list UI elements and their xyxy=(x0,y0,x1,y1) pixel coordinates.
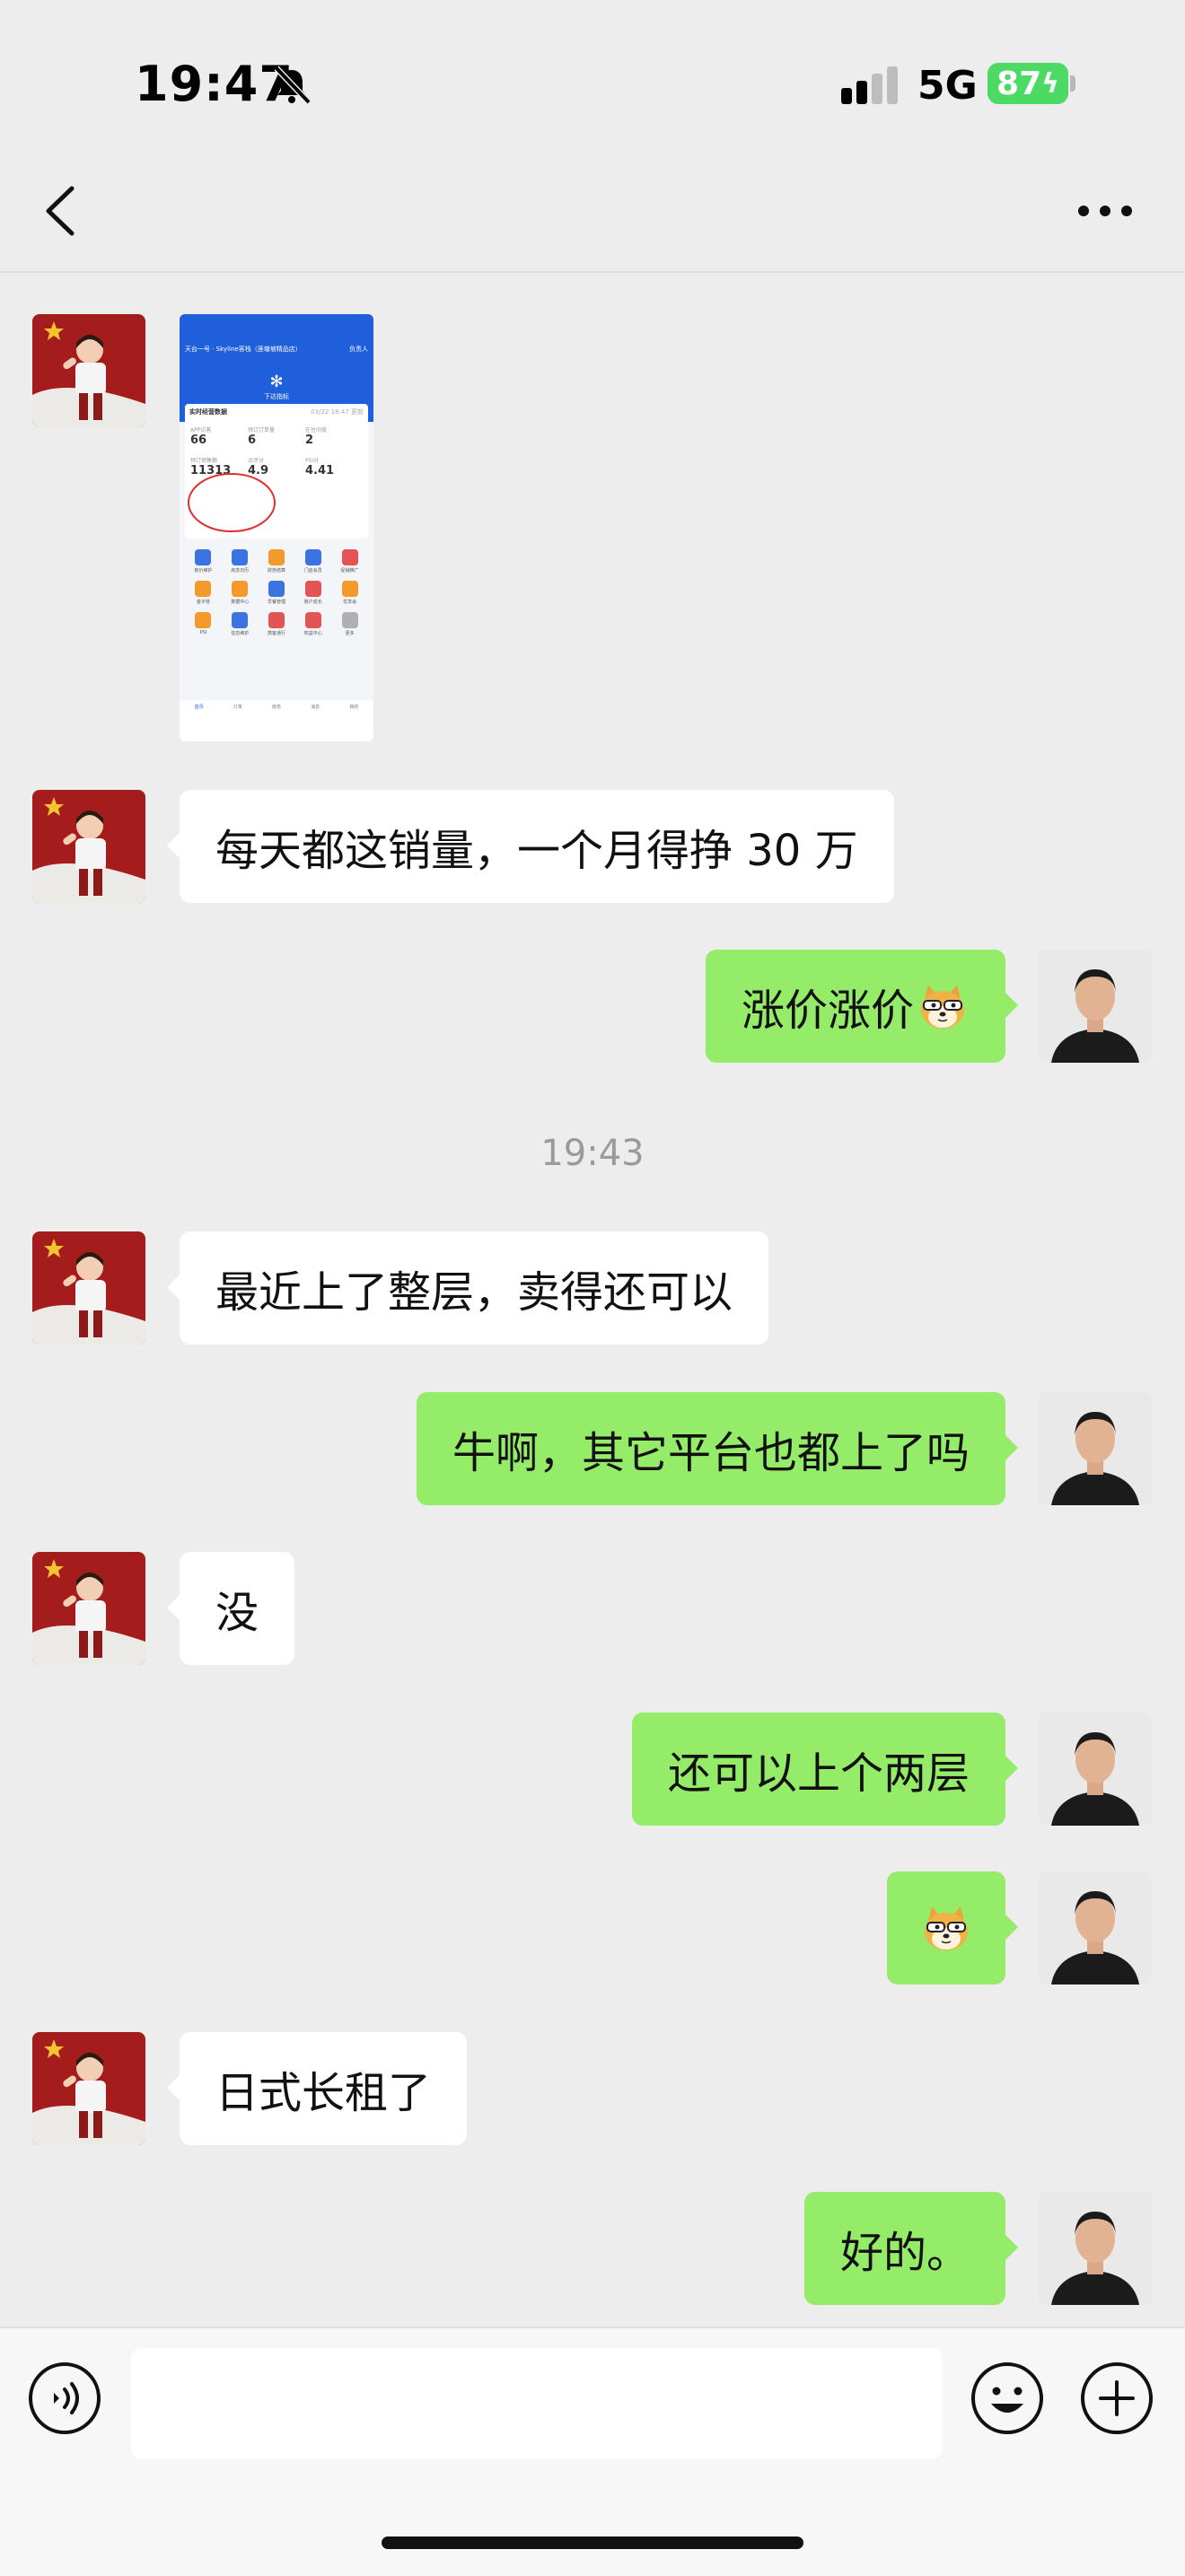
bell-muted-icon xyxy=(274,66,312,105)
message-input[interactable] xyxy=(131,2348,943,2459)
self-avatar[interactable] xyxy=(1039,1713,1152,1826)
doge-emoji-icon xyxy=(919,1901,973,1955)
plus-icon[interactable] xyxy=(1079,2361,1154,2436)
outgoing-message-bubble[interactable]: 还可以上个两层 xyxy=(631,1713,1019,1826)
thumb-section-time: 03/22 18:47 更新 xyxy=(311,408,364,416)
battery-cap xyxy=(1070,75,1075,92)
charging-icon: ϟ xyxy=(1041,67,1059,100)
self-avatar[interactable] xyxy=(1039,1871,1152,1985)
message-text: 牛啊，其它平台也都上了吗 xyxy=(452,1428,970,1478)
message-text: 还可以上个两层 xyxy=(667,1748,970,1799)
sun-icon: ✻ xyxy=(269,372,284,391)
outgoing-message-bubble[interactable]: 牛啊，其它平台也都上了吗 xyxy=(416,1392,1019,1505)
nav-divider xyxy=(0,271,1185,273)
thumb-stat: 预订订单量 6 xyxy=(248,427,276,447)
battery-level: 87 xyxy=(996,65,1042,102)
thumb-icon-grid: 房价维护 房态日历 财务结算 门店会员 促销推广 金字塔 数据中心 早餐管理 账… xyxy=(185,549,368,636)
chat-timestamp: 19:43 xyxy=(540,1133,645,1174)
outgoing-sticker-bubble[interactable] xyxy=(887,1871,1018,1985)
message-text: 最近上了整层，卖得还可以 xyxy=(215,1267,733,1318)
message-text: 涨价涨价 xyxy=(741,986,914,1036)
message-text: 每天都这销量，一个月得挣 30 万 xyxy=(215,826,858,876)
home-indicator xyxy=(382,2537,803,2549)
battery-indicator: 87 ϟ xyxy=(988,63,1068,104)
thumb-section-title: 实时经营数据 xyxy=(189,408,227,416)
voice-input-icon[interactable] xyxy=(27,2361,102,2436)
thumb-banner-label: 下达指标 xyxy=(264,393,289,400)
self-avatar[interactable] xyxy=(1039,950,1152,1063)
cellular-signal-icon xyxy=(841,66,898,104)
thumb-header-right: 负责人 xyxy=(349,346,368,353)
network-type: 5G xyxy=(917,63,978,109)
emoji-icon[interactable] xyxy=(970,2361,1045,2436)
contact-avatar[interactable] xyxy=(32,790,145,903)
incoming-message-bubble[interactable]: 日式长租了 xyxy=(166,2032,468,2145)
incoming-message-bubble[interactable]: 没 xyxy=(166,1552,295,1665)
contact-avatar[interactable] xyxy=(32,2032,145,2145)
incoming-message-bubble[interactable]: 最近上了整层，卖得还可以 xyxy=(166,1231,769,1345)
outgoing-message-bubble[interactable]: 好的。 xyxy=(803,2192,1019,2305)
thumb-stat: APP访客 66 xyxy=(190,427,212,447)
incoming-message-bubble[interactable]: 每天都这销量，一个月得挣 30 万 xyxy=(167,790,894,903)
thumb-tabbar: 首页 订单 房态 消息 我的 xyxy=(180,700,373,741)
message-text: 好的。 xyxy=(839,2228,970,2278)
contact-avatar[interactable] xyxy=(32,314,145,427)
message-text: 没 xyxy=(215,1588,259,1638)
more-options-icon[interactable] xyxy=(1074,188,1137,233)
outgoing-message-bubble[interactable]: 涨价涨价 xyxy=(705,950,1019,1063)
self-avatar[interactable] xyxy=(1039,1392,1152,1505)
doge-emoji-icon xyxy=(916,979,970,1033)
thumb-stat: 在住间夜 2 xyxy=(305,427,328,447)
shared-screenshot-image[interactable]: 天台一号 · Skyline客栈（莲塘坡精品店） 负责人 ✻ 下达指标 实时经营… xyxy=(180,314,373,741)
contact-avatar[interactable] xyxy=(32,1552,145,1665)
thumb-stat: PSI分 4.41 xyxy=(305,458,335,478)
back-chevron-icon[interactable] xyxy=(34,180,88,242)
thumb-header: 天台一号 · Skyline客栈（莲塘坡精品店） xyxy=(185,346,302,353)
red-circle-annotation xyxy=(188,473,276,532)
self-avatar[interactable] xyxy=(1039,2192,1152,2305)
status-bar: 19:47 5G 87 ϟ xyxy=(0,0,1185,144)
contact-avatar[interactable] xyxy=(32,1231,145,1345)
message-text: 日式长租了 xyxy=(215,2068,432,2118)
